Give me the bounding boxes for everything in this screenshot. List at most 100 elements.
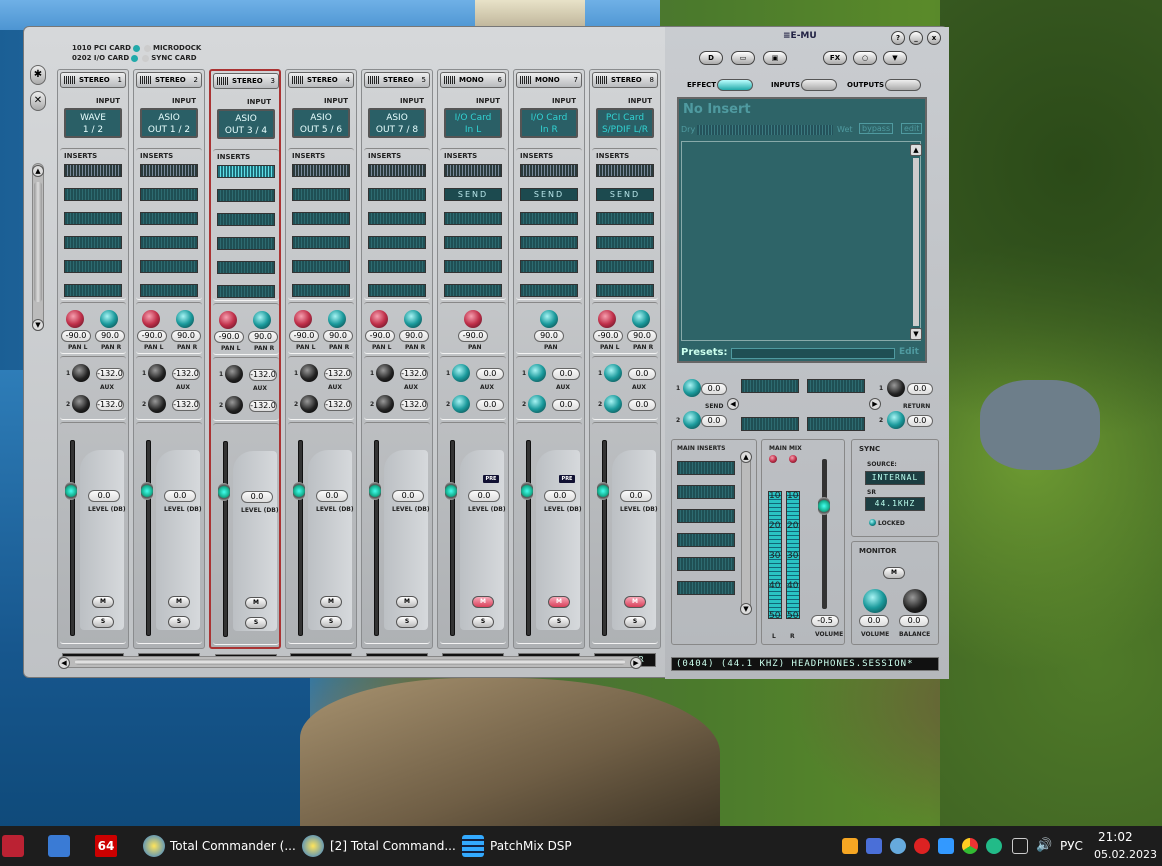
strip-type[interactable]: STEREO 4 [288,72,354,88]
send-left-icon[interactable]: ◀ [727,398,739,410]
scroll-right-icon[interactable]: ▶ [630,657,642,669]
aux1-value[interactable]: -132.0 [249,369,277,381]
solo-button[interactable]: S [320,616,342,628]
solo-button[interactable]: S [92,616,114,628]
pan-r-knob[interactable] [404,310,422,328]
aux2-knob[interactable] [528,395,546,413]
insert-slot[interactable] [292,236,350,249]
strip-type[interactable]: STEREO 5 [364,72,430,88]
main-insert-slot[interactable] [677,509,735,523]
chrome-icon[interactable] [962,838,978,854]
edit-top-button[interactable]: edit [901,123,923,134]
pan-l-knob[interactable] [598,310,616,328]
taskbar-item[interactable]: [2] Total Command... [330,826,456,866]
level-fader[interactable] [521,482,533,500]
pan-l-value[interactable]: -90.0 [365,330,395,342]
insert-slot[interactable] [444,236,502,249]
aux1-value[interactable]: 0.0 [476,368,504,380]
insert-slot[interactable] [368,188,426,201]
send2-value[interactable]: 0.0 [701,415,727,427]
pan-l-value[interactable]: -90.0 [289,330,319,342]
aux2-value[interactable]: -132.0 [172,399,200,411]
strip-type[interactable]: STEREO 3 [213,73,279,89]
sample-rate[interactable]: 44.1KHZ [865,497,925,511]
mute-button[interactable]: M [168,596,190,608]
channel-strip[interactable]: MONO 7 INPUT I/O Card In R INSERTS SEND 90.0 PAN… [513,69,585,667]
main-volume-fader[interactable] [818,497,830,515]
aux1-knob[interactable] [72,364,90,382]
send-insert-slot[interactable] [807,379,865,393]
app-icon[interactable] [48,835,70,857]
aux2-value[interactable]: -132.0 [96,399,124,411]
level-value[interactable]: 0.0 [468,490,500,502]
strip-type[interactable]: MONO 6 [440,72,506,88]
insert-slot[interactable] [596,236,654,249]
send-insert[interactable]: SEND [596,188,654,201]
insert-slot[interactable] [217,285,275,298]
input-language[interactable]: РУС [1060,826,1083,866]
insert-slot[interactable] [368,260,426,273]
insert-slot[interactable] [368,236,426,249]
aux2-value[interactable]: -132.0 [400,399,428,411]
insert-slot[interactable] [444,284,502,297]
insert-slot[interactable] [140,260,198,273]
pan-r-value[interactable]: 90.0 [627,330,657,342]
send1-knob[interactable] [683,379,701,397]
channel-strip[interactable]: STEREO 5 INPUT ASIO OUT 7 / 8 INSERTS -90.0 90.… [361,69,433,667]
scroll-thumb[interactable] [75,659,625,665]
main-insert-slot[interactable] [677,581,735,595]
send-right-icon[interactable]: ▶ [869,398,881,410]
aux2-value[interactable]: 0.0 [628,399,656,411]
solo-button[interactable]: S [168,616,190,628]
main-inserts-scrollbar[interactable] [741,451,751,615]
level-fader[interactable] [445,482,457,500]
insert-slot[interactable] [217,237,275,250]
level-value[interactable]: 0.0 [620,490,652,502]
level-fader[interactable] [293,482,305,500]
new-session-button[interactable]: D [699,51,723,65]
insert-slot[interactable] [444,260,502,273]
pan-r-value[interactable]: 90.0 [95,330,125,342]
pan-r-value[interactable]: 90.0 [248,331,278,343]
aux2-knob[interactable] [72,395,90,413]
pan-l-knob[interactable] [66,310,84,328]
aux2-knob[interactable] [604,395,622,413]
level-value[interactable]: 0.0 [241,491,273,503]
tab-outputs[interactable] [885,79,921,91]
send-insert-slot[interactable] [741,379,799,393]
balance-knob[interactable] [903,589,927,613]
insert-slot[interactable] [520,212,578,225]
level-value[interactable]: 0.0 [544,490,576,502]
pan-knob[interactable] [540,310,558,328]
scroll-down-icon[interactable]: ▼ [910,328,922,340]
insert-slot[interactable] [444,212,502,225]
main-insert-slot[interactable] [677,557,735,571]
aux2-knob[interactable] [148,395,166,413]
help-button[interactable]: ? [891,31,905,45]
pan-l-knob[interactable] [219,311,237,329]
patchmix-icon[interactable] [462,835,484,857]
level-fader[interactable] [218,483,230,501]
sync-source[interactable]: INTERNAL [865,471,925,485]
pan-l-knob[interactable] [142,310,160,328]
channel-strip[interactable]: STEREO 3 INPUT ASIO OUT 3 / 4 INSERTS -90.0 90.… [209,69,281,668]
insert-slot[interactable] [64,188,122,201]
tray-icon[interactable] [890,838,906,854]
aux1-knob[interactable] [225,365,243,383]
insert-slot[interactable] [64,260,122,273]
input-selector[interactable]: ASIO OUT 1 / 2 [140,108,198,138]
network-icon[interactable] [1012,838,1028,854]
pan-l-value[interactable]: -90.0 [593,330,623,342]
level-fader[interactable] [369,482,381,500]
level-fader[interactable] [597,482,609,500]
tab-inputs[interactable] [801,79,837,91]
monitor-mute-button[interactable]: M [883,567,905,579]
monitor-volume-value[interactable]: 0.0 [859,615,889,627]
input-selector[interactable]: WAVE 1 / 2 [64,108,122,138]
input-selector[interactable]: PCI Card S/PDIF L/R [596,108,654,138]
app-icon[interactable] [2,835,24,857]
aux2-value[interactable]: 0.0 [476,399,504,411]
scroll-up-icon[interactable]: ▲ [910,144,922,156]
insert-slot[interactable] [217,213,275,226]
clock-time[interactable]: 21:02 [1098,830,1133,844]
